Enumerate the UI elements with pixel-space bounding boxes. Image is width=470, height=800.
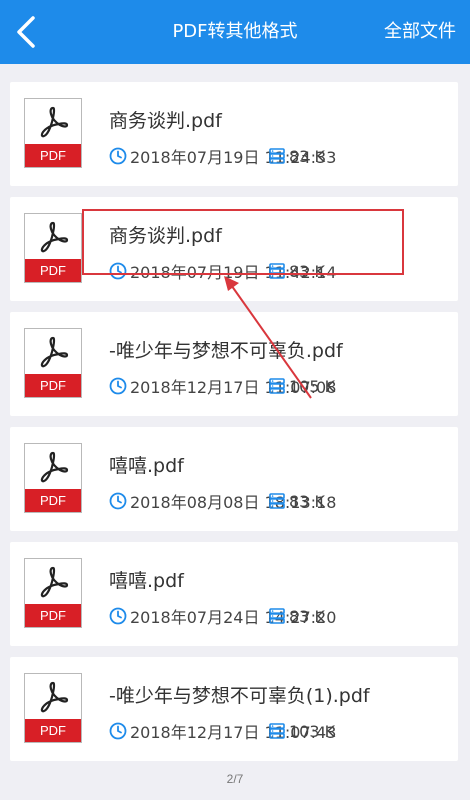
database-icon xyxy=(269,148,285,164)
file-name: 商务谈判.pdf xyxy=(109,110,222,132)
acrobat-logo-icon xyxy=(40,681,69,713)
file-name: 嘻嘻.pdf xyxy=(109,455,184,477)
acrobat-logo-icon xyxy=(40,336,69,368)
pdf-icon-label: PDF xyxy=(25,489,81,512)
page-indicator: 2/7 xyxy=(226,772,244,786)
file-name: -唯少年与梦想不可辜负(1).pdf xyxy=(109,685,370,707)
file-list-item[interactable]: PDF -唯少年与梦想不可辜负.pdf 2018年12月17日 11:07:08 10… xyxy=(10,312,458,416)
file-list-item[interactable]: PDF 商务谈判.pdf 2018年07月19日 11:24:33 83 K xyxy=(10,82,458,186)
file-size: 83 K xyxy=(268,146,325,166)
clock-icon xyxy=(109,607,127,625)
clock-icon xyxy=(109,262,127,280)
database-icon xyxy=(269,723,285,739)
acrobat-logo-icon xyxy=(40,451,69,483)
pdf-file-icon: PDF xyxy=(24,213,82,283)
file-name: 嘻嘻.pdf xyxy=(109,570,184,592)
acrobat-logo-icon xyxy=(40,106,69,138)
pdf-icon-label: PDF xyxy=(25,719,81,742)
pdf-icon-label: PDF xyxy=(25,259,81,282)
file-list-item[interactable]: PDF 商务谈判.pdf 2018年07月19日 11:42:14 83 K xyxy=(10,197,458,301)
file-size: 103 K xyxy=(268,721,335,741)
clock-icon xyxy=(109,492,127,510)
file-size-text: 83 K xyxy=(289,146,325,166)
database-icon xyxy=(269,608,285,624)
file-size-text: 83 K xyxy=(289,491,325,511)
acrobat-logo-icon xyxy=(40,566,69,598)
pdf-file-icon: PDF xyxy=(24,558,82,628)
pdf-file-icon: PDF xyxy=(24,673,82,743)
pdf-file-icon: PDF xyxy=(24,98,82,168)
pdf-icon-label: PDF xyxy=(25,374,81,397)
file-size-text: 105 K xyxy=(289,376,336,396)
clock-icon xyxy=(109,147,127,165)
file-list-item[interactable]: PDF 嘻嘻.pdf 2018年08月08日 18:13:18 83 K xyxy=(10,427,458,531)
pdf-icon-label: PDF xyxy=(25,604,81,627)
database-icon xyxy=(269,493,285,509)
top-bar: PDF转其他格式 全部文件 xyxy=(0,0,470,64)
file-size: 83 K xyxy=(268,261,325,281)
pdf-file-icon: PDF xyxy=(24,328,82,398)
file-list-item[interactable]: PDF -唯少年与梦想不可辜负(1).pdf 2018年12月17日 11:07:4… xyxy=(10,657,458,761)
file-name: 商务谈判.pdf xyxy=(109,225,222,247)
file-size-text: 83 K xyxy=(289,261,325,281)
file-size-text: 103 K xyxy=(289,721,336,741)
database-icon xyxy=(269,378,285,394)
clock-icon xyxy=(109,722,127,740)
file-list-item[interactable]: PDF 嘻嘻.pdf 2018年07月24日 14:27:20 83 K xyxy=(10,542,458,646)
file-name: -唯少年与梦想不可辜负.pdf xyxy=(109,340,343,362)
file-size: 105 K xyxy=(268,376,335,396)
all-files-button[interactable]: 全部文件 xyxy=(384,0,456,64)
pdf-icon-label: PDF xyxy=(25,144,81,167)
file-size: 83 K xyxy=(268,491,325,511)
pdf-file-icon: PDF xyxy=(24,443,82,513)
file-size: 83 K xyxy=(268,606,325,626)
acrobat-logo-icon xyxy=(40,221,69,253)
file-size-text: 83 K xyxy=(289,606,325,626)
clock-icon xyxy=(109,377,127,395)
database-icon xyxy=(269,263,285,279)
